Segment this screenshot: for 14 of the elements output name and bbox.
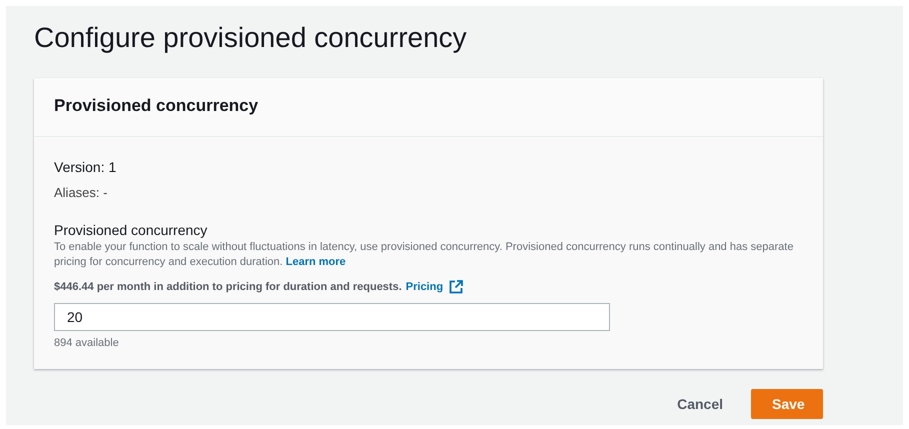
page-title: Configure provisioned concurrency [34,21,468,55]
cancel-button[interactable]: Cancel [667,389,733,419]
pricing-note: $446.44 per month in addition to pricing for duration and requests. [54,281,402,293]
learn-more-link[interactable]: Learn more [286,256,346,268]
aliases-text: Aliases: - [54,185,108,200]
concurrency-input[interactable]: 20 [54,303,610,331]
version-text: Version: 1 [54,159,118,175]
panel-title: Provisioned concurrency [54,96,260,116]
field-label: Provisioned concurrency [54,222,208,238]
pricing-link[interactable]: Pricing [406,281,444,293]
save-button[interactable]: Save [751,389,823,419]
available-hint: 894 available [54,337,120,349]
external-link-icon[interactable] [449,280,464,294]
field-description: To enable your function to scale without fluctuations in latency, use provisioned concurrency. Provisioned concurrency runs continually and has separate pricing for concurrency and execution duration. Learn more [54,240,794,270]
